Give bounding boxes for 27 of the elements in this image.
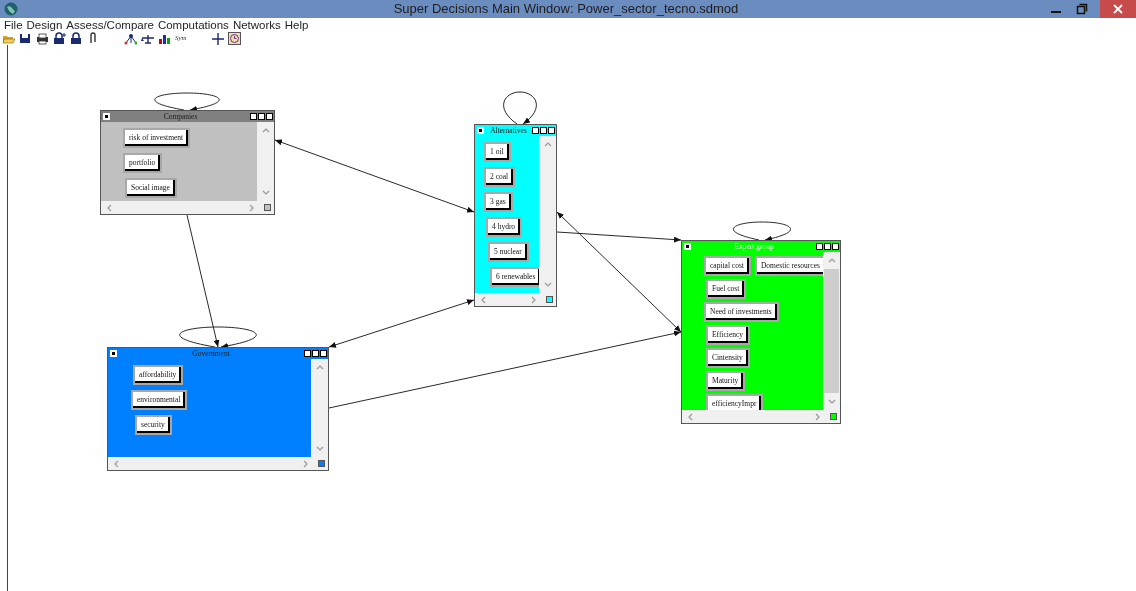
bar-chart-icon[interactable] xyxy=(158,32,171,45)
lock-icon[interactable] xyxy=(70,32,83,45)
window-title: Super Decisions Main Window: Power_sector_tecno.sdmod xyxy=(393,0,739,18)
window-menu-button[interactable] xyxy=(684,243,691,250)
resize-grip[interactable] xyxy=(546,296,553,303)
menu-item[interactable]: Design xyxy=(26,18,63,32)
crosshair-icon[interactable] xyxy=(210,32,224,45)
window-menu-button[interactable] xyxy=(477,127,484,134)
window-menu-button[interactable] xyxy=(110,350,117,357)
save-icon[interactable] xyxy=(19,32,32,45)
resize-grip[interactable] xyxy=(830,413,837,420)
scale-icon[interactable] xyxy=(141,32,154,45)
window-menu-button[interactable] xyxy=(103,113,110,120)
clock-icon[interactable] xyxy=(227,32,241,45)
network-icon[interactable] xyxy=(124,32,137,45)
scrollbar-thumb[interactable] xyxy=(824,269,839,393)
printer-icon[interactable] xyxy=(36,32,49,45)
menu-item[interactable]: Help xyxy=(284,18,309,32)
menu-item[interactable]: Networks xyxy=(232,18,281,32)
menu-item[interactable]: File xyxy=(4,18,23,32)
resize-grip[interactable] xyxy=(264,204,271,211)
lock-plus-icon[interactable] xyxy=(53,32,66,45)
globe-icon xyxy=(4,2,18,16)
restore-button[interactable] xyxy=(1076,3,1088,15)
resize-grip[interactable] xyxy=(318,460,325,467)
menu-item[interactable]: Computations xyxy=(157,18,229,32)
menu-item[interactable]: Assess/Compare xyxy=(66,18,154,32)
